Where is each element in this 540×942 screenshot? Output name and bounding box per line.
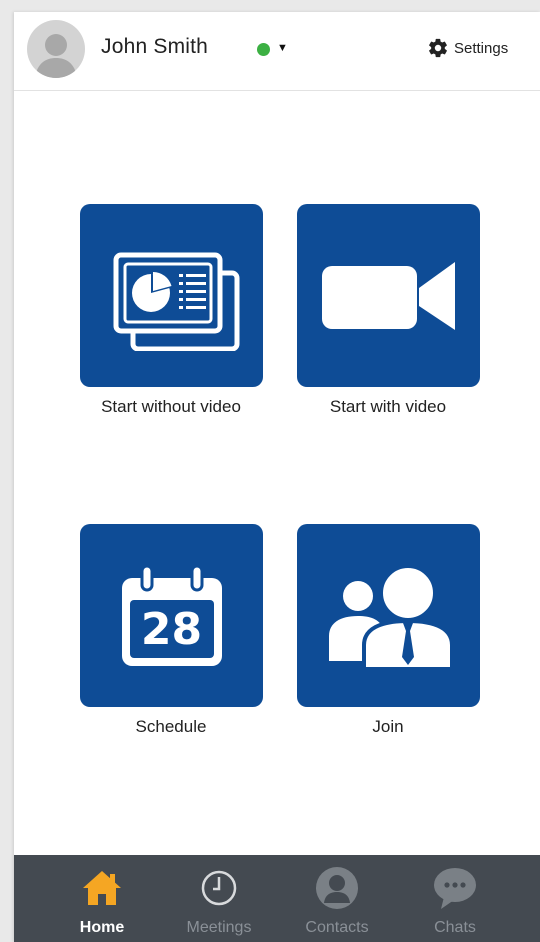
calendar-day: 28 [140, 603, 203, 655]
people-icon [328, 563, 454, 671]
bottom-tab-bar: Home Meetings Contacts Chats [14, 855, 540, 942]
header: John Smith ▼ Settings [14, 12, 540, 91]
status-indicator[interactable] [257, 43, 270, 56]
start-with-video-button[interactable] [297, 204, 480, 387]
video-camera-icon [321, 261, 455, 330]
start-with-video-label: Start with video [329, 397, 447, 416]
schedule-button[interactable]: 28 [80, 524, 263, 707]
contact-icon [316, 867, 358, 909]
schedule-label: Schedule [135, 717, 207, 736]
join-label: Join [372, 717, 404, 736]
calendar-icon: 28 [120, 564, 224, 668]
home-icon [83, 871, 121, 905]
start-without-video-button[interactable] [80, 204, 263, 387]
app-window: John Smith ▼ Settings Start without vide… [14, 12, 540, 942]
join-button[interactable] [297, 524, 480, 707]
chat-bubble-icon [434, 868, 476, 909]
user-silhouette-icon [35, 34, 77, 78]
tab-home[interactable]: Home [47, 855, 157, 942]
tab-meetings-label: Meetings [186, 919, 252, 936]
tab-meetings[interactable]: Meetings [164, 855, 274, 942]
settings-button[interactable]: Settings [427, 36, 508, 60]
clock-icon [201, 870, 237, 906]
tab-contacts-label: Contacts [305, 919, 369, 936]
status-dropdown-icon[interactable]: ▼ [277, 42, 288, 54]
user-name: John Smith [101, 35, 209, 58]
settings-label: Settings [454, 39, 509, 57]
start-without-video-label: Start without video [101, 397, 241, 416]
tab-home-label: Home [79, 919, 125, 936]
tab-contacts[interactable]: Contacts [282, 855, 392, 942]
gear-icon [429, 38, 447, 58]
tab-chats-label: Chats [434, 919, 476, 936]
screen-share-icon [113, 252, 239, 351]
tab-chats[interactable]: Chats [400, 855, 510, 942]
avatar[interactable] [27, 20, 85, 78]
